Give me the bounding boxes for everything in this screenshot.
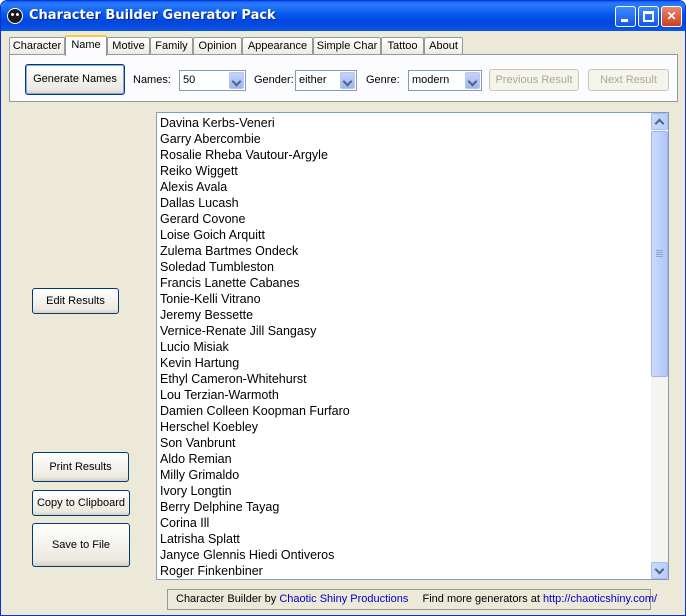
result-item: Milly Grimaldo [160, 468, 240, 482]
window-title: Character Builder Generator Pack [29, 8, 276, 23]
tab-family[interactable]: Family [150, 37, 193, 55]
result-item: Janyce Glennis Hiedi Ontiveros [160, 548, 335, 562]
result-item: Corina Ill [160, 516, 210, 530]
close-button[interactable]: ✕ [661, 6, 682, 27]
tab-simple-char[interactable]: Simple Char [313, 37, 381, 55]
result-item: Ethyl Cameron-Whitehurst [160, 372, 307, 386]
name-tab-panel: Generate Names Names: 50 Gender: either … [9, 54, 678, 102]
result-item: Tonie-Kelli Vitrano [160, 292, 261, 306]
result-item: Berry Delphine Tayag [160, 500, 280, 514]
result-item: Latrisha Splatt [160, 532, 240, 546]
result-item: Lou Terzian-Warmoth [160, 388, 279, 402]
title-bar[interactable]: Character Builder Generator Pack ✕ [1, 1, 685, 31]
tab-appearance[interactable]: Appearance [242, 37, 313, 55]
result-item: Loise Goich Arquitt [160, 228, 265, 242]
status-prefix: Character Builder by [176, 593, 277, 605]
maximize-button[interactable] [638, 6, 659, 27]
previous-result-button[interactable]: Previous Result [489, 69, 579, 91]
result-item: Alexis Avala [160, 180, 228, 194]
results-list: Davina Kerbs-Veneri Garry Abercombie Rosal… [157, 113, 668, 579]
close-icon: ✕ [666, 9, 677, 23]
tab-about[interactable]: About [424, 37, 463, 55]
result-item: Dallas Lucash [160, 196, 239, 210]
save-to-file-button[interactable]: Save to File [32, 523, 130, 567]
names-count-value: 50 [183, 74, 196, 86]
gender-value: either [299, 74, 327, 86]
copy-to-clipboard-button[interactable]: Copy to Clipboard [32, 490, 130, 516]
result-item: Zulema Bartmes Ondeck [160, 244, 299, 258]
result-item: Francis Lanette Cabanes [160, 276, 300, 290]
result-item: Damien Colleen Koopman Furfaro [160, 404, 350, 418]
result-item: Davina Kerbs-Veneri [160, 116, 275, 130]
generate-names-button[interactable]: Generate Names [25, 64, 125, 95]
tab-opinion[interactable]: Opinion [193, 37, 242, 55]
tab-tattoo[interactable]: Tattoo [381, 37, 424, 55]
result-item: Vernice-Renate Jill Sangasy [160, 324, 317, 338]
genre-label: Genre: [366, 74, 400, 86]
vertical-scrollbar[interactable] [651, 113, 668, 579]
genre-value: modern [412, 74, 450, 86]
tab-character[interactable]: Character [9, 37, 65, 55]
gender-select[interactable]: either [295, 70, 357, 91]
print-results-button[interactable]: Print Results [32, 452, 129, 482]
scroll-up-icon[interactable] [651, 113, 668, 130]
result-item: Rosalie Rheba Vautour-Argyle [160, 148, 328, 162]
names-count-select[interactable]: 50 [179, 70, 246, 91]
app-window: Character Builder Generator Pack ✕ Chara… [0, 0, 686, 616]
result-item: Garry Abercombie [160, 132, 261, 146]
result-item: Herschel Koebley [160, 420, 258, 434]
result-item: Son Vanbrunt [160, 436, 236, 450]
result-item: Kevin Hartung [160, 356, 240, 370]
result-item: Soledad Tumbleston [160, 260, 274, 274]
chevron-down-icon[interactable] [465, 72, 480, 89]
maximize-icon [643, 11, 654, 22]
company-link[interactable]: Chaotic Shiny Productions [279, 593, 408, 605]
result-item: Ivory Longtin [160, 484, 232, 498]
result-item: Aldo Remian [160, 452, 232, 466]
result-item: Roger Finkenbiner [160, 564, 263, 578]
result-item: Lucio Misiak [160, 340, 229, 354]
next-result-button[interactable]: Next Result [588, 69, 669, 91]
chevron-down-icon[interactable] [229, 72, 244, 89]
scroll-down-icon[interactable] [651, 562, 668, 579]
result-item: Jeremy Bessette [160, 308, 254, 322]
gender-label: Gender: [254, 74, 294, 86]
genre-select[interactable]: modern [408, 70, 482, 91]
result-item: Reiko Wiggett [160, 164, 238, 178]
website-link[interactable]: http://chaoticshiny.com/ [543, 593, 657, 605]
chevron-down-icon[interactable] [340, 72, 355, 89]
minimize-button[interactable] [615, 6, 636, 27]
app-icon[interactable] [7, 8, 23, 24]
result-item: Gerard Covone [160, 212, 246, 226]
names-label: Names: [133, 74, 171, 86]
status-middle: Find more generators at [422, 593, 540, 605]
tab-motive[interactable]: Motive [107, 37, 150, 55]
edit-results-button[interactable]: Edit Results [32, 288, 119, 314]
minimize-icon [621, 19, 628, 22]
status-bar: Character Builder by Chaotic Shiny Produ… [167, 589, 657, 610]
results-textarea[interactable]: Davina Kerbs-Veneri Garry Abercombie Rosal… [156, 112, 669, 580]
scroll-thumb[interactable] [651, 131, 668, 377]
tab-name[interactable]: Name [65, 35, 107, 56]
